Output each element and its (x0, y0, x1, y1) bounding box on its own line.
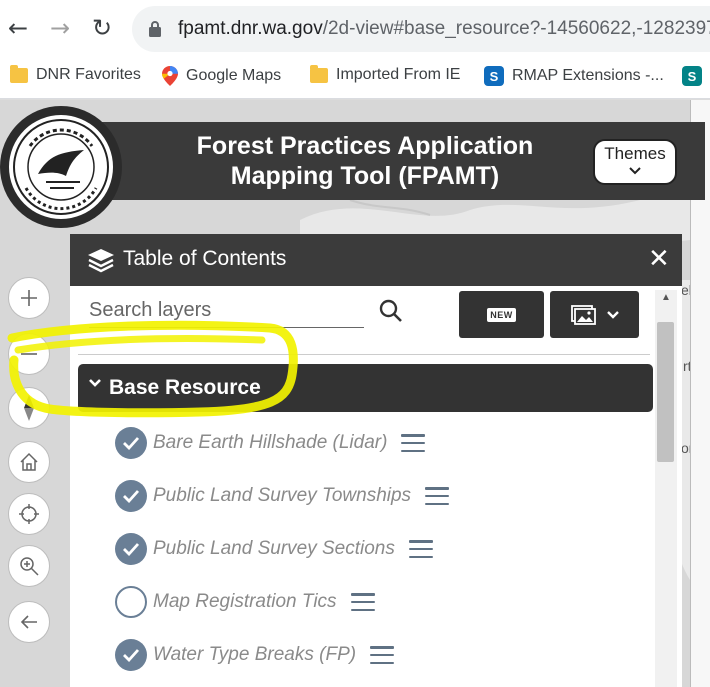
layer-label: Map Registration Tics (153, 591, 337, 612)
layer-label: Water Type Breaks (FP) (153, 644, 357, 665)
bookmark-google-maps[interactable]: Google Maps (162, 66, 281, 86)
table-of-contents-panel: Table of Contents ✕ NEW ▲ Base Resource (70, 234, 682, 687)
chevron-down-icon (606, 310, 619, 319)
back-arrow-icon[interactable]: ← (8, 16, 28, 40)
locate-button[interactable] (8, 493, 50, 535)
group-base-resource[interactable]: Base Resource (78, 364, 653, 412)
layer-label: Bare Earth Hillshade (Lidar) (153, 432, 388, 453)
layer-row: Public Land Survey Sections (115, 531, 433, 567)
back-arrow-icon (20, 615, 37, 629)
url-path: /2d-view#base_resource?-14560622,-128239… (322, 18, 710, 39)
layer-row: Map Registration Tics (115, 584, 375, 620)
bookmarks-bar: DNR Favorites Google Maps Imported From … (0, 58, 710, 99)
bookmark-label: Google Maps (186, 67, 282, 84)
magnify-plus-icon (20, 557, 39, 576)
layers-icon (88, 249, 114, 273)
checked-circle-icon[interactable] (115, 639, 147, 671)
bookmark-dnr-favorites[interactable]: DNR Favorites (10, 64, 141, 84)
group-label: Base Resource (109, 376, 261, 399)
toc-header: Table of Contents ✕ (70, 234, 682, 286)
compass-button[interactable] (8, 387, 50, 429)
url-text: fpamt.dnr.wa.gov/2d-view#base_resource?-… (178, 18, 710, 40)
home-button[interactable] (8, 441, 50, 483)
previous-extent-button[interactable] (8, 601, 50, 643)
new-badge: NEW (487, 307, 516, 322)
themes-label: Themes (604, 144, 666, 163)
chevron-down-icon (89, 379, 101, 387)
hamburger-menu-icon[interactable] (401, 434, 426, 452)
reload-icon[interactable]: ↻ (92, 16, 112, 40)
url-host: fpamt.dnr.wa.gov (178, 18, 323, 39)
folder-icon (310, 64, 328, 83)
checked-circle-icon[interactable] (115, 427, 147, 459)
bookmark-label: DNR Favorites (36, 66, 141, 83)
toolbar-divider (78, 354, 650, 355)
folder-icon (10, 64, 28, 83)
checked-circle-icon[interactable] (115, 480, 147, 512)
layer-row: Water Type Breaks (FP) (115, 637, 395, 673)
zoom-in-button[interactable] (8, 277, 50, 319)
new-layers-button[interactable]: NEW (459, 291, 544, 338)
bookmark-rmap-extensions[interactable]: S RMAP Extensions -... (484, 66, 664, 86)
bookmark-overflow[interactable]: S (682, 66, 702, 86)
home-icon (20, 452, 38, 471)
scroll-up-arrow-icon[interactable]: ▲ (656, 292, 676, 306)
themes-button[interactable]: Themes (593, 139, 677, 185)
app-title-line-1: Forest Practices Application (196, 132, 534, 160)
compass-icon (24, 395, 34, 421)
hamburger-menu-icon[interactable] (350, 593, 375, 611)
hamburger-menu-icon[interactable] (370, 646, 395, 664)
checked-circle-icon[interactable] (115, 533, 147, 565)
plus-icon (21, 290, 37, 306)
close-icon[interactable]: ✕ (648, 244, 670, 274)
zoom-out-button[interactable] (8, 333, 50, 375)
bookmark-imported-from-ie[interactable]: Imported From IE (310, 64, 461, 84)
zoom-to-button[interactable] (8, 545, 50, 587)
url-bar[interactable]: fpamt.dnr.wa.gov/2d-view#base_resource?-… (132, 6, 710, 52)
layer-row: Bare Earth Hillshade (Lidar) (115, 425, 426, 461)
minus-icon (21, 353, 37, 355)
hamburger-menu-icon[interactable] (425, 487, 450, 505)
google-maps-pin-icon (162, 66, 178, 86)
layer-label: Public Land Survey Townships (153, 485, 412, 506)
browser-address-row: ← → ↻ fpamt.dnr.wa.gov/2d-view#base_reso… (0, 0, 710, 58)
image-gallery-icon (570, 304, 596, 325)
scroll-thumb[interactable] (657, 322, 674, 462)
layer-label: Public Land Survey Sections (153, 538, 395, 559)
bookmark-label: Imported From IE (336, 66, 461, 83)
crosshair-icon (19, 504, 39, 524)
chevron-down-icon (629, 167, 641, 175)
basemap-gallery-button[interactable] (550, 291, 639, 338)
seal-emblem (9, 115, 113, 219)
search-layers-input[interactable] (89, 294, 364, 328)
bookmark-label: RMAP Extensions -... (512, 67, 664, 84)
app-title: Forest Practices Application Mapping Too… (175, 131, 555, 191)
sharepoint-icon: S (484, 66, 504, 86)
unchecked-circle-icon[interactable] (115, 586, 147, 618)
search-icon[interactable] (378, 298, 404, 324)
forward-arrow-icon[interactable]: → (50, 16, 70, 40)
wa-dnr-seal-logo (0, 106, 122, 228)
sharepoint-icon: S (682, 66, 702, 86)
app-title-line-2: Mapping Tool (FPAMT) (230, 162, 500, 190)
toc-title: Table of Contents (123, 247, 287, 270)
layer-row: Public Land Survey Townships (115, 478, 450, 514)
lock-icon (149, 21, 161, 37)
hamburger-menu-icon[interactable] (408, 540, 433, 558)
